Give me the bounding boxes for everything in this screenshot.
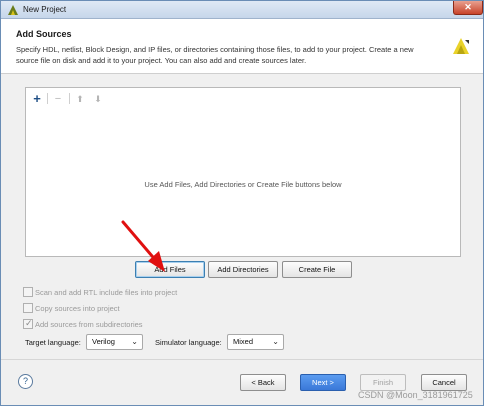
annotation-arrow-icon (121, 220, 165, 272)
new-project-dialog: New Project ✕ Add Sources Specify HDL, n… (0, 0, 484, 406)
watermark-text: CSDN @Moon_3181961725 (358, 390, 473, 400)
